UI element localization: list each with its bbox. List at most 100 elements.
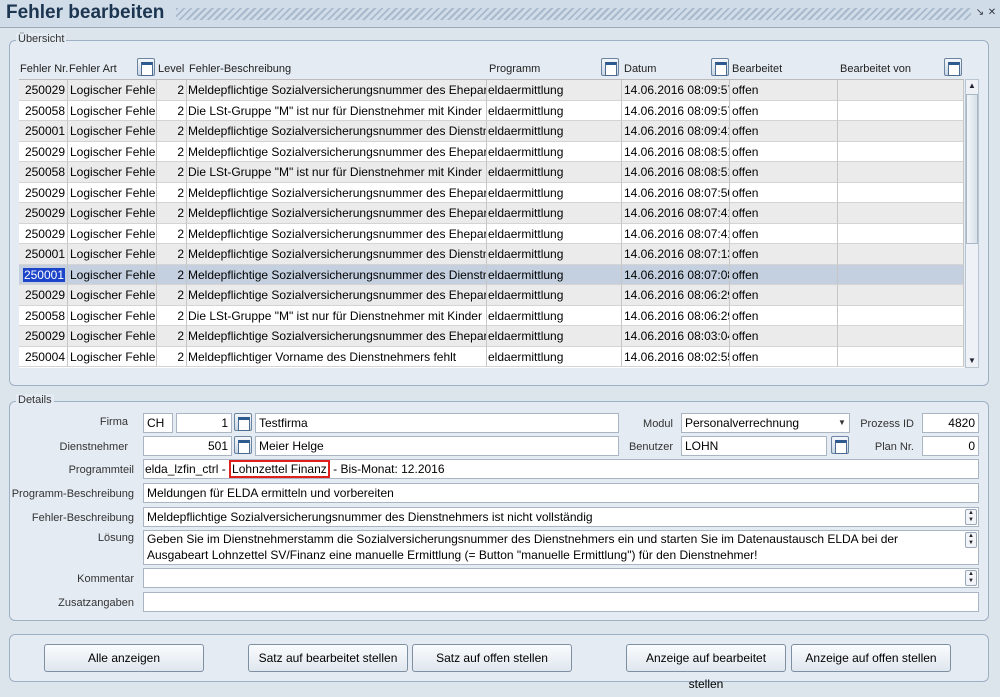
table-row[interactable]: 250001 Logischer Fehler 2 Meldepflichtige S… (19, 264, 964, 285)
cell-fehler-nr[interactable]: 250058 (19, 305, 68, 326)
cell-fehler-nr[interactable]: 250029 (19, 203, 68, 224)
cell-bearbeitet[interactable]: offen (730, 285, 838, 306)
scroll-up-icon[interactable]: ▲ (966, 80, 978, 92)
cell-bearbeitet[interactable]: offen (730, 100, 838, 121)
cell-bearbeitet-von[interactable] (838, 285, 964, 306)
programm-beschreibung-field[interactable]: Meldungen für ELDA ermitteln und vorbere… (143, 483, 979, 503)
cell-datum[interactable]: 14.06.2016 08:09:57 (622, 100, 730, 121)
cell-level[interactable]: 2 (157, 121, 187, 142)
cell-fehler-nr[interactable]: 250001 (19, 264, 68, 285)
cell-fehler-art[interactable]: Logischer Fehler (68, 80, 157, 101)
table-row[interactable]: 250001 Logischer Fehler 2 Meldepflichtige S… (19, 244, 964, 265)
cell-fehler-nr[interactable]: 250029 (19, 326, 68, 347)
satz-offen-button[interactable]: Satz auf offen stellen (412, 644, 572, 672)
calendar-icon[interactable] (137, 58, 155, 76)
cell-bearbeitet[interactable]: offen (730, 203, 838, 224)
cell-level[interactable]: 2 (157, 326, 187, 347)
cell-programm[interactable]: eldaermittlung (487, 182, 622, 203)
spinner-icon[interactable]: ▲ ▼ (965, 532, 977, 548)
calendar-icon[interactable] (234, 413, 252, 431)
table-row[interactable]: 250004 Logischer Fehler 2 Meldepflichtiger … (19, 346, 964, 367)
cell-bearbeitet-von[interactable] (838, 264, 964, 285)
cell-level[interactable]: 2 (157, 203, 187, 224)
cell-datum[interactable]: 14.06.2016 08:08:51 (622, 162, 730, 183)
cell-bearbeitet-von[interactable] (838, 162, 964, 183)
alle-anzeigen-button[interactable]: Alle anzeigen (44, 644, 204, 672)
close-icon[interactable]: ✕ (987, 7, 997, 18)
cell-bearbeitet-von[interactable] (838, 121, 964, 142)
kommentar-field[interactable]: ▲ ▼ (143, 568, 979, 588)
cell-datum[interactable]: 14.06.2016 08:07:13 (622, 244, 730, 265)
cell-datum[interactable]: 14.06.2016 08:07:41 (622, 223, 730, 244)
cell-bearbeitet[interactable]: offen (730, 305, 838, 326)
cell-datum[interactable]: 14.06.2016 08:09:41 (622, 121, 730, 142)
cell-fehler-nr[interactable]: 250029 (19, 80, 68, 101)
cell-level[interactable]: 2 (157, 244, 187, 265)
dienstnehmer-nr-field[interactable]: 501 (143, 436, 232, 456)
cell-fehler-art[interactable]: Logischer Fehler (68, 285, 157, 306)
cell-fehler-beschreibung[interactable]: Meldepflichtige Sozialversicherungsnumme… (187, 121, 487, 142)
modul-select[interactable]: Personalverrechnung ▼ (681, 413, 850, 433)
cell-bearbeitet[interactable]: offen (730, 264, 838, 285)
cell-bearbeitet-von[interactable] (838, 203, 964, 224)
cell-bearbeitet-von[interactable] (838, 100, 964, 121)
cell-programm[interactable]: eldaermittlung (487, 346, 622, 367)
cell-datum[interactable]: 14.06.2016 08:06:29 (622, 285, 730, 306)
cell-datum[interactable]: 14.06.2016 08:06:29 (622, 305, 730, 326)
cell-fehler-art[interactable]: Logischer Fehler (68, 305, 157, 326)
anzeige-offen-button[interactable]: Anzeige auf offen stellen (791, 644, 951, 672)
cell-fehler-beschreibung[interactable]: Meldepflichtige Sozialversicherungsnumme… (187, 264, 487, 285)
cell-programm[interactable]: eldaermittlung (487, 121, 622, 142)
cell-fehler-art[interactable]: Logischer Fehler (68, 346, 157, 367)
cell-datum[interactable]: 14.06.2016 08:07:50 (622, 182, 730, 203)
cell-bearbeitet-von[interactable] (838, 182, 964, 203)
cell-fehler-beschreibung[interactable]: Meldepflichtiger Vorname des Dienstnehme… (187, 346, 487, 367)
cell-fehler-nr[interactable]: 250058 (19, 162, 68, 183)
cell-fehler-nr[interactable]: 250004 (19, 346, 68, 367)
header-programm[interactable]: Programm (489, 63, 540, 75)
cell-bearbeitet-von[interactable] (838, 244, 964, 265)
cell-programm[interactable]: eldaermittlung (487, 162, 622, 183)
satz-bearbeitet-button[interactable]: Satz auf bearbeitet stellen (248, 644, 408, 672)
cell-level[interactable]: 2 (157, 264, 187, 285)
table-row[interactable]: 250058 Logischer Fehler 2 Die LSt-Gruppe "M… (19, 162, 964, 183)
cell-fehler-art[interactable]: Logischer Fehler (68, 326, 157, 347)
cell-fehler-art[interactable]: Logischer Fehler (68, 182, 157, 203)
cell-fehler-nr[interactable]: 250029 (19, 141, 68, 162)
cell-fehler-beschreibung[interactable]: Meldepflichtige Sozialversicherungsnumme… (187, 80, 487, 101)
calendar-icon[interactable] (234, 436, 252, 454)
table-scrollbar[interactable]: ▲ ▼ (965, 79, 979, 368)
calendar-icon[interactable] (944, 58, 962, 76)
cell-bearbeitet[interactable]: offen (730, 346, 838, 367)
cell-programm[interactable]: eldaermittlung (487, 100, 622, 121)
cell-level[interactable]: 2 (157, 346, 187, 367)
cell-bearbeitet[interactable]: offen (730, 223, 838, 244)
cell-fehler-nr[interactable]: 250029 (19, 223, 68, 244)
cell-fehler-beschreibung[interactable]: Meldepflichtige Sozialversicherungsnumme… (187, 203, 487, 224)
header-bearbeitet[interactable]: Bearbeitet (732, 63, 782, 75)
minimize-icon[interactable]: ↘ (975, 7, 985, 18)
cell-fehler-art[interactable]: Logischer Fehler (68, 244, 157, 265)
plan-nr-field[interactable]: 0 (922, 436, 979, 456)
cell-programm[interactable]: eldaermittlung (487, 141, 622, 162)
cell-fehler-beschreibung[interactable]: Meldepflichtige Sozialversicherungsnumme… (187, 223, 487, 244)
calendar-icon[interactable] (601, 58, 619, 76)
spinner-icon[interactable]: ▲ ▼ (965, 509, 977, 525)
cell-fehler-art[interactable]: Logischer Fehler (68, 100, 157, 121)
cell-bearbeitet[interactable]: offen (730, 326, 838, 347)
loesung-field[interactable]: Geben Sie im Dienstnehmerstamm die Sozia… (143, 530, 979, 565)
header-fehler-nr[interactable]: Fehler Nr. (20, 63, 68, 75)
cell-bearbeitet-von[interactable] (838, 326, 964, 347)
dienstnehmer-name-field[interactable]: Meier Helge (255, 436, 619, 456)
cell-bearbeitet-von[interactable] (838, 223, 964, 244)
cell-level[interactable]: 2 (157, 80, 187, 101)
firma-name-field[interactable]: Testfirma (255, 413, 619, 433)
cell-datum[interactable]: 14.06.2016 08:09:57 (622, 80, 730, 101)
zusatzangaben-field[interactable] (143, 592, 979, 612)
firma-code-field[interactable]: CH (143, 413, 173, 433)
cell-datum[interactable]: 14.06.2016 08:07:08 (622, 264, 730, 285)
calendar-icon[interactable] (711, 58, 729, 76)
cell-fehler-beschreibung[interactable]: Meldepflichtige Sozialversicherungsnumme… (187, 326, 487, 347)
table-row[interactable]: 250029 Logischer Fehler 2 Meldepflichtige S… (19, 326, 964, 347)
cell-fehler-beschreibung[interactable]: Die LSt-Gruppe "M" ist nur für Dienstneh… (187, 100, 487, 121)
